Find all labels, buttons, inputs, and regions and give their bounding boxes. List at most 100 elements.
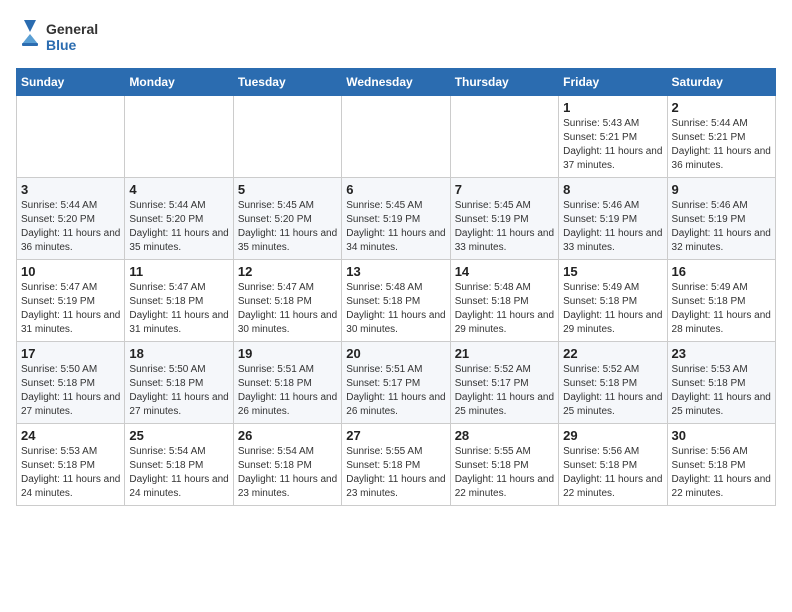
day-info: Sunrise: 5:49 AM Sunset: 5:18 PM Dayligh… xyxy=(672,281,771,337)
day-info: Sunrise: 5:50 AM Sunset: 5:18 PM Dayligh… xyxy=(129,363,228,419)
calendar-cell: 9Sunrise: 5:46 AM Sunset: 5:19 PM Daylig… xyxy=(667,178,775,260)
day-number: 21 xyxy=(455,346,554,361)
day-info: Sunrise: 5:53 AM Sunset: 5:18 PM Dayligh… xyxy=(21,445,120,501)
calendar-cell: 7 Sunrise: 5:45 AM Sunset: 5:19 PM Daylig… xyxy=(450,178,558,260)
calendar-cell: 20 Sunrise: 5:51 AM Sunset: 5:17 PM Dayli… xyxy=(342,342,450,424)
day-number: 17 xyxy=(21,346,120,361)
calendar-cell: 16 Sunrise: 5:49 AM Sunset: 5:18 PM Dayli… xyxy=(667,260,775,342)
day-number: 16 xyxy=(672,264,771,279)
svg-text:General: General xyxy=(46,21,98,37)
day-info: Sunrise: 5:48 AM Sunset: 5:18 PM Dayligh… xyxy=(455,281,554,337)
day-info: Sunrise: 5:45 AM Sunset: 5:19 PM Dayligh… xyxy=(455,199,554,255)
day-number: 10 xyxy=(21,264,120,279)
day-number: 22 xyxy=(563,346,662,361)
calendar-cell: 21 Sunrise: 5:52 AM Sunset: 5:17 PM Dayli… xyxy=(450,342,558,424)
day-info: Sunrise: 5:51 AM Sunset: 5:18 PM Dayligh… xyxy=(238,363,337,419)
day-number: 4 xyxy=(129,182,228,197)
day-info: Sunrise: 5:44 AM Sunset: 5:20 PM Dayligh… xyxy=(21,199,120,255)
calendar-cell: 12 Sunrise: 5:47 AM Sunset: 5:18 PM Dayli… xyxy=(233,260,341,342)
calendar-cell: 6 Sunrise: 5:45 AM Sunset: 5:19 PM Daylig… xyxy=(342,178,450,260)
day-info: Sunrise: 5:44 AM Sunset: 5:21 PM Dayligh… xyxy=(672,117,771,173)
weekday-header-tuesday: Tuesday xyxy=(233,69,341,96)
weekday-header-saturday: Saturday xyxy=(667,69,775,96)
calendar-week-3: 10Sunrise: 5:47 AM Sunset: 5:19 PM Dayli… xyxy=(17,260,776,342)
calendar-cell: 11 Sunrise: 5:47 AM Sunset: 5:18 PM Dayli… xyxy=(125,260,233,342)
day-info: Sunrise: 5:44 AM Sunset: 5:20 PM Dayligh… xyxy=(129,199,228,255)
logo: General Blue xyxy=(16,16,106,56)
day-number: 19 xyxy=(238,346,337,361)
calendar-cell xyxy=(125,96,233,178)
calendar-week-1: 1Sunrise: 5:43 AM Sunset: 5:21 PM Daylig… xyxy=(17,96,776,178)
day-number: 18 xyxy=(129,346,228,361)
day-number: 6 xyxy=(346,182,445,197)
day-info: Sunrise: 5:51 AM Sunset: 5:17 PM Dayligh… xyxy=(346,363,445,419)
calendar-cell xyxy=(17,96,125,178)
calendar-cell: 17Sunrise: 5:50 AM Sunset: 5:18 PM Dayli… xyxy=(17,342,125,424)
day-info: Sunrise: 5:54 AM Sunset: 5:18 PM Dayligh… xyxy=(238,445,337,501)
calendar-week-4: 17 Sunrise: 5:50 AM Sunset: 5:18 PM Dayli… xyxy=(17,342,776,424)
day-info: Sunrise: 5:45 AM Sunset: 5:19 PM Dayligh… xyxy=(346,199,445,255)
weekday-header-thursday: Thursday xyxy=(450,69,558,96)
day-info: Sunrise: 5:55 AM Sunset: 5:18 PM Dayligh… xyxy=(455,445,554,501)
calendar-cell: 29Sunrise: 5:56 AM Sunset: 5:18 PM Dayli… xyxy=(559,424,667,506)
calendar-cell: 24 Sunrise: 5:53 AM Sunset: 5:18 PM Dayli… xyxy=(17,424,125,506)
weekday-header-monday: Monday xyxy=(125,69,233,96)
calendar-cell: 2 Sunrise: 5:44 AM Sunset: 5:21 PM Daylig… xyxy=(667,96,775,178)
calendar-cell: 5 Sunrise: 5:45 AM Sunset: 5:20 PM Daylig… xyxy=(233,178,341,260)
svg-text:Blue: Blue xyxy=(46,37,77,53)
day-number: 12 xyxy=(238,264,337,279)
calendar-week-2: 3Sunrise: 5:44 AM Sunset: 5:20 PM Daylig… xyxy=(17,178,776,260)
day-info: Sunrise: 5:54 AM Sunset: 5:18 PM Dayligh… xyxy=(129,445,228,501)
day-info: Sunrise: 5:49 AM Sunset: 5:18 PM Dayligh… xyxy=(563,281,662,337)
day-number: 20 xyxy=(346,346,445,361)
day-number: 8 xyxy=(563,182,662,197)
day-number: 9 xyxy=(672,182,771,197)
day-number: 24 xyxy=(21,428,120,443)
day-info: Sunrise: 5:48 AM Sunset: 5:18 PM Dayligh… xyxy=(346,281,445,337)
day-info: Sunrise: 5:46 AM Sunset: 5:19 PM Dayligh… xyxy=(563,199,662,255)
calendar-cell: 13 Sunrise: 5:48 AM Sunset: 5:18 PM Dayli… xyxy=(342,260,450,342)
day-info: Sunrise: 5:47 AM Sunset: 5:18 PM Dayligh… xyxy=(129,281,228,337)
day-number: 15 xyxy=(563,264,662,279)
calendar-cell: 3Sunrise: 5:44 AM Sunset: 5:20 PM Daylig… xyxy=(17,178,125,260)
day-number: 25 xyxy=(129,428,228,443)
weekday-header-friday: Friday xyxy=(559,69,667,96)
calendar-cell: 15 Sunrise: 5:49 AM Sunset: 5:18 PM Dayli… xyxy=(559,260,667,342)
calendar-cell: 26 Sunrise: 5:54 AM Sunset: 5:18 PM Dayli… xyxy=(233,424,341,506)
day-number: 26 xyxy=(238,428,337,443)
day-number: 7 xyxy=(455,182,554,197)
calendar-cell: 10Sunrise: 5:47 AM Sunset: 5:19 PM Dayli… xyxy=(17,260,125,342)
day-number: 1 xyxy=(563,100,662,115)
calendar-cell: 4 Sunrise: 5:44 AM Sunset: 5:20 PM Daylig… xyxy=(125,178,233,260)
day-info: Sunrise: 5:56 AM Sunset: 5:18 PM Dayligh… xyxy=(672,445,771,501)
day-number: 11 xyxy=(129,264,228,279)
day-info: Sunrise: 5:55 AM Sunset: 5:18 PM Dayligh… xyxy=(346,445,445,501)
calendar-cell: 22 Sunrise: 5:52 AM Sunset: 5:18 PM Dayli… xyxy=(559,342,667,424)
day-number: 27 xyxy=(346,428,445,443)
calendar-week-5: 24 Sunrise: 5:53 AM Sunset: 5:18 PM Dayli… xyxy=(17,424,776,506)
calendar-cell xyxy=(233,96,341,178)
logo-svg: General Blue xyxy=(16,16,106,56)
day-number: 23 xyxy=(672,346,771,361)
calendar-cell: 30 Sunrise: 5:56 AM Sunset: 5:18 PM Dayli… xyxy=(667,424,775,506)
calendar-cell xyxy=(342,96,450,178)
calendar-cell: 19 Sunrise: 5:51 AM Sunset: 5:18 PM Dayli… xyxy=(233,342,341,424)
calendar-cell: 18 Sunrise: 5:50 AM Sunset: 5:18 PM Dayli… xyxy=(125,342,233,424)
day-number: 13 xyxy=(346,264,445,279)
day-number: 30 xyxy=(672,428,771,443)
day-number: 29 xyxy=(563,428,662,443)
day-number: 2 xyxy=(672,100,771,115)
page-header: General Blue xyxy=(16,16,776,56)
day-number: 5 xyxy=(238,182,337,197)
calendar-cell: 23 Sunrise: 5:53 AM Sunset: 5:18 PM Dayli… xyxy=(667,342,775,424)
calendar-cell xyxy=(450,96,558,178)
day-number: 28 xyxy=(455,428,554,443)
day-info: Sunrise: 5:52 AM Sunset: 5:18 PM Dayligh… xyxy=(563,363,662,419)
day-info: Sunrise: 5:53 AM Sunset: 5:18 PM Dayligh… xyxy=(672,363,771,419)
day-info: Sunrise: 5:52 AM Sunset: 5:17 PM Dayligh… xyxy=(455,363,554,419)
calendar-cell: 28 Sunrise: 5:55 AM Sunset: 5:18 PM Dayli… xyxy=(450,424,558,506)
day-info: Sunrise: 5:47 AM Sunset: 5:18 PM Dayligh… xyxy=(238,281,337,337)
day-info: Sunrise: 5:45 AM Sunset: 5:20 PM Dayligh… xyxy=(238,199,337,255)
calendar-cell: 8 Sunrise: 5:46 AM Sunset: 5:19 PM Daylig… xyxy=(559,178,667,260)
calendar-cell: 25 Sunrise: 5:54 AM Sunset: 5:18 PM Dayli… xyxy=(125,424,233,506)
